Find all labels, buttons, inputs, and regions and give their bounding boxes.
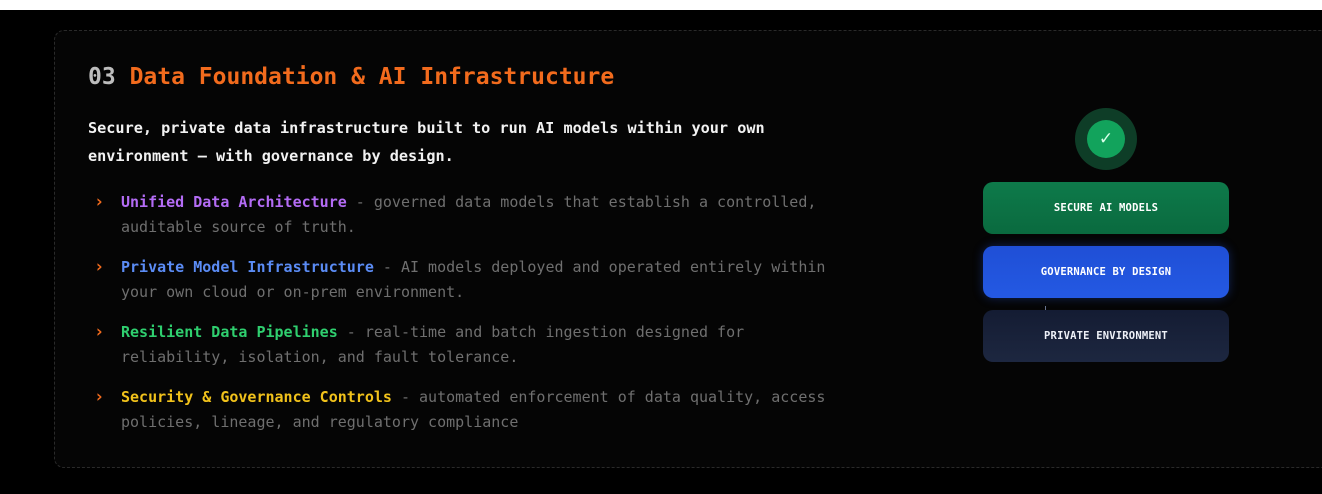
feature-item: › Resilient Data Pipelines - real-time a… <box>94 320 854 370</box>
feature-name: Security & Governance Controls <box>121 388 392 406</box>
section-title: Data Foundation & AI Infrastructure <box>129 64 615 90</box>
chevron-right-icon: › <box>94 322 105 342</box>
feature-item: › Security & Governance Controls - autom… <box>94 385 854 435</box>
feature-name: Private Model Infrastructure <box>121 258 374 276</box>
section-heading: 03 Data Foundation & AI Infrastructure <box>88 64 614 90</box>
layer-secure-ai-models: SECURE AI MODELS <box>983 182 1229 234</box>
layer-private-environment: PRIVATE ENVIRONMENT <box>983 310 1229 362</box>
feature-item: › Private Model Infrastructure - AI mode… <box>94 255 854 305</box>
feature-list: › Unified Data Architecture - governed d… <box>94 190 854 450</box>
section-lead: Secure, private data infrastructure buil… <box>88 119 765 165</box>
feature-name: Unified Data Architecture <box>121 193 347 211</box>
layer-governance-by-design: GOVERNANCE BY DESIGN <box>983 246 1229 298</box>
chevron-right-icon: › <box>94 192 105 212</box>
top-strip <box>0 0 1322 10</box>
check-icon: ✓ <box>1087 120 1125 158</box>
chevron-right-icon: › <box>94 257 105 277</box>
section-number: 03 <box>88 64 116 90</box>
feature-name: Resilient Data Pipelines <box>121 323 338 341</box>
chevron-right-icon: › <box>94 387 105 407</box>
feature-item: › Unified Data Architecture - governed d… <box>94 190 854 240</box>
